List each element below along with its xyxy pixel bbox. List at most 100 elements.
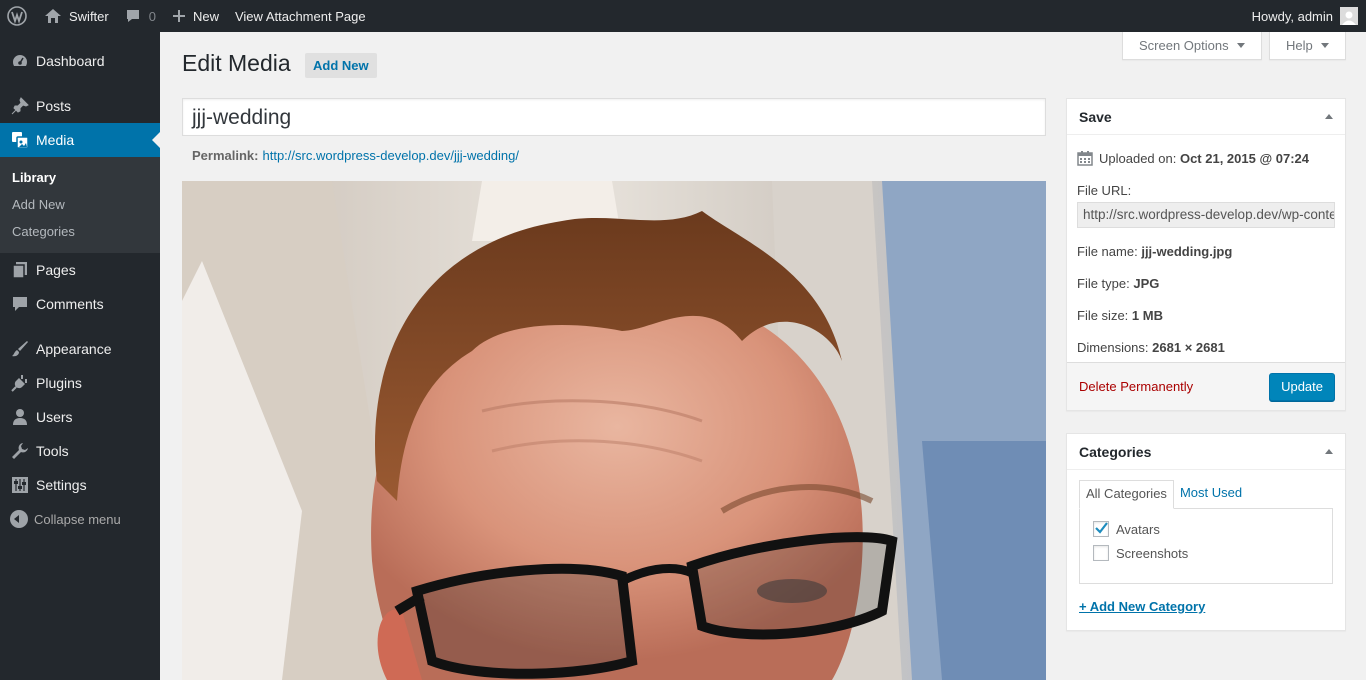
uploaded-on-value: Oct 21, 2015 @ 07:24	[1179, 150, 1310, 166]
save-box-title: Save	[1079, 108, 1112, 125]
file-type-row: File type: JPG	[1077, 276, 1335, 291]
attachment-image	[182, 181, 1046, 680]
page-title: Edit Media	[182, 50, 291, 76]
comments-link[interactable]: 0	[117, 0, 164, 32]
menu-users-label: Users	[36, 409, 73, 425]
new-label: New	[192, 8, 219, 24]
media-submenu: Library Add New Categories	[0, 157, 160, 253]
plug-icon	[10, 373, 30, 393]
menu-posts-label: Posts	[36, 98, 72, 114]
categories-box-title: Categories	[1079, 443, 1152, 460]
pages-icon	[10, 260, 30, 280]
save-box-header[interactable]: Save	[1067, 99, 1345, 135]
my-account-menu[interactable]: Howdy, admin	[1244, 0, 1366, 32]
screenshots-checkbox[interactable]	[1093, 545, 1109, 561]
file-size-value: 1 MB	[1131, 308, 1163, 323]
menu-tools[interactable]: Tools	[0, 434, 160, 468]
menu-posts[interactable]: Posts	[0, 89, 160, 123]
menu-appearance[interactable]: Appearance	[0, 332, 160, 366]
avatars-label: Avatars	[1116, 521, 1160, 537]
permalink-label: Permalink:	[192, 148, 259, 163]
title-input[interactable]: jjj-wedding	[182, 98, 1046, 136]
file-url-field[interactable]: http://src.wordpress-develop.dev/wp-cont…	[1077, 202, 1335, 228]
screen-options-button[interactable]: Screen Options	[1122, 32, 1262, 60]
help-button[interactable]: Help	[1269, 32, 1346, 60]
categories-box: Categories All Categories Most Used Avat…	[1066, 433, 1346, 631]
menu-plugins[interactable]: Plugins	[0, 366, 160, 400]
site-name: Swifter	[69, 8, 109, 24]
dimensions-row: Dimensions: 2681 × 2681	[1077, 340, 1335, 355]
tab-most-used[interactable]: Most Used	[1174, 480, 1248, 508]
view-attachment-page-link[interactable]: View Attachment Page	[227, 0, 374, 32]
avatar	[1340, 7, 1358, 25]
category-tabs: All Categories Most Used	[1079, 480, 1333, 509]
pushpin-icon	[10, 96, 30, 116]
wrench-icon	[10, 441, 30, 461]
new-content-link[interactable]: New	[164, 0, 227, 32]
checkmark-icon	[1095, 522, 1108, 534]
file-name-row: File name: jjj-wedding.jpg	[1077, 244, 1335, 259]
menu-plugins-label: Plugins	[36, 375, 82, 391]
collapse-triangle-icon[interactable]	[1325, 114, 1333, 119]
collapse-triangle-icon[interactable]	[1325, 449, 1333, 454]
menu-comments-label: Comments	[36, 296, 104, 312]
collapse-menu-label: Collapse menu	[34, 511, 121, 527]
howdy-greeting: Howdy, admin	[1251, 8, 1333, 24]
uploaded-on-row: Uploaded on: Oct 21, 2015 @ 07:24	[1077, 149, 1335, 167]
plus-icon	[172, 10, 185, 22]
user-icon	[10, 407, 30, 427]
calendar-icon	[1077, 151, 1093, 166]
help-arrow-icon	[1320, 43, 1329, 48]
permalink: Permalink: http://src.wordpress-develop.d…	[192, 148, 519, 163]
category-item-screenshots[interactable]: Screenshots	[1093, 541, 1320, 565]
menu-pages[interactable]: Pages	[0, 253, 160, 287]
uploaded-on-label: Uploaded on:	[1099, 150, 1177, 166]
major-publishing-actions: Delete Permanently Update	[1067, 362, 1345, 410]
menu-settings-label: Settings	[36, 477, 87, 493]
submenu-add-new[interactable]: Add New	[0, 191, 160, 218]
file-url-label: File URL:	[1077, 183, 1132, 198]
update-button[interactable]: Update	[1269, 372, 1335, 401]
wordpress-logo-icon[interactable]	[0, 0, 36, 32]
file-name-label: File name:	[1077, 244, 1138, 259]
menu-comments[interactable]: Comments	[0, 287, 160, 321]
menu-dashboard[interactable]: Dashboard	[0, 44, 160, 78]
submenu-categories[interactable]: Categories	[0, 218, 160, 245]
menu-appearance-label: Appearance	[36, 341, 112, 357]
paintbrush-icon	[10, 339, 30, 359]
menu-users[interactable]: Users	[0, 400, 160, 434]
file-size-row: File size: 1 MB	[1077, 308, 1335, 323]
site-name-link[interactable]: Swifter	[36, 0, 117, 32]
categories-box-header[interactable]: Categories	[1067, 434, 1345, 470]
settings-sliders-icon	[10, 475, 30, 495]
comments-icon	[10, 294, 30, 314]
file-type-label: File type:	[1077, 276, 1130, 291]
category-item-avatars[interactable]: Avatars	[1093, 517, 1320, 541]
admin-menu: Dashboard Posts Media Library Add New Ca…	[0, 32, 160, 680]
file-size-label: File size:	[1077, 308, 1129, 323]
submenu-library[interactable]: Library	[0, 164, 160, 191]
admin-bar: Swifter 0 New View Attachment Page Howdy…	[0, 0, 1366, 32]
tab-all-categories[interactable]: All Categories	[1079, 480, 1174, 509]
menu-media[interactable]: Media	[0, 123, 160, 157]
menu-settings[interactable]: Settings	[0, 468, 160, 502]
avatars-checkbox[interactable]	[1093, 521, 1109, 537]
menu-dashboard-label: Dashboard	[36, 53, 105, 69]
screen-options-label: Screen Options	[1139, 38, 1229, 53]
view-attachment-label: View Attachment Page	[234, 8, 366, 24]
add-new-category-link[interactable]: + Add New Category	[1079, 599, 1345, 614]
dimensions-label: Dimensions:	[1077, 340, 1149, 355]
dashboard-icon	[10, 51, 30, 71]
screen-options-arrow-icon	[1236, 43, 1245, 48]
home-icon	[45, 9, 61, 23]
screenshots-label: Screenshots	[1116, 545, 1189, 561]
media-icon	[10, 130, 30, 150]
help-label: Help	[1286, 38, 1313, 53]
add-new-button[interactable]: Add New	[305, 53, 377, 78]
menu-tools-label: Tools	[36, 443, 69, 459]
delete-permanently-link[interactable]: Delete Permanently	[1079, 379, 1193, 394]
permalink-link[interactable]: http://src.wordpress-develop.dev/jjj-wed…	[262, 148, 519, 163]
comments-count: 0	[148, 8, 156, 24]
comment-bubble-icon	[126, 10, 139, 22]
collapse-menu-button[interactable]: Collapse menu	[0, 502, 160, 536]
